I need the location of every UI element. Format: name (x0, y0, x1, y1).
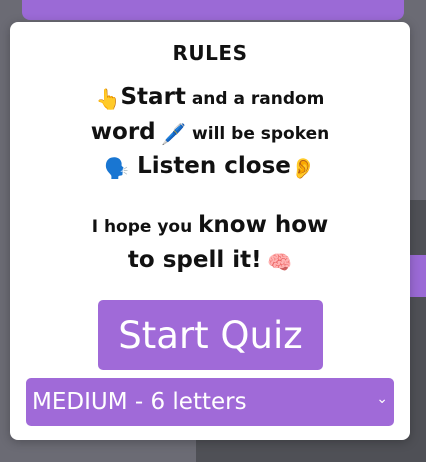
rule-line-hope: I hope you know how (10, 212, 410, 238)
rule-start-word: Start (120, 84, 186, 110)
background-header-bar (22, 0, 404, 20)
rule-word-label: word (90, 119, 156, 145)
rules-modal: RULES 👆Start and a random word 🖊️ will b… (10, 22, 410, 440)
background-panel-bottom (196, 440, 426, 462)
rule-line-word: word 🖊️ will be spoken (10, 119, 410, 146)
pen-icon: 🖊️ (161, 122, 187, 146)
rule-line-spell: to spell it! 🧠 (10, 247, 410, 274)
rule-line-start: 👆Start and a random (10, 84, 410, 111)
difficulty-selected-value: MEDIUM - 6 letters (32, 389, 247, 415)
brain-icon: 🧠 (267, 250, 293, 274)
rule-hope-big: know how (198, 212, 329, 238)
rules-title: RULES (172, 41, 248, 65)
rule-start-rest: and a random (185, 89, 325, 109)
speaking-head-icon: 🗣️ (104, 156, 130, 180)
rule-line-listen: 🗣️ Listen close👂 (10, 153, 410, 180)
ear-icon: 👂 (290, 156, 316, 180)
difficulty-select[interactable]: MEDIUM - 6 letters ⌄ (26, 378, 394, 426)
rule-hope-small: I hope you (91, 217, 199, 237)
rule-word-rest: will be spoken (186, 124, 330, 144)
chevron-down-icon: ⌄ (376, 391, 388, 407)
rule-listen-text: Listen close (129, 153, 291, 179)
start-quiz-button[interactable]: Start Quiz (98, 300, 323, 370)
pointing-hand-icon: 👆 (95, 87, 121, 111)
rule-spell-text: to spell it! (127, 247, 262, 273)
